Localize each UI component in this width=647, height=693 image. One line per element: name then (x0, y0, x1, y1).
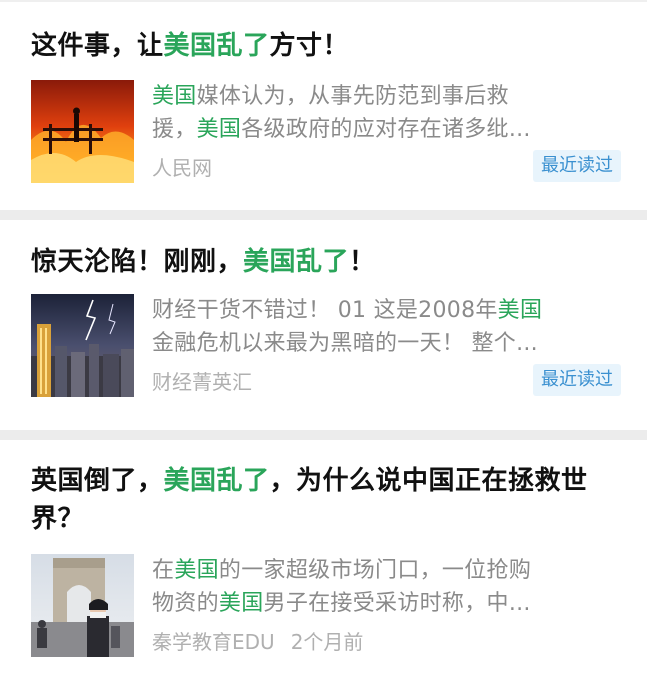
article-source: 秦学教育EDU (152, 629, 275, 654)
snippet-keyword: 美国 (174, 558, 219, 583)
title-keyword: 美国乱了 (243, 247, 350, 277)
title-segment: 惊天沦陷！刚刚， (31, 247, 244, 277)
article-source: 财经菁英汇 (152, 369, 252, 394)
snippet-segment: 各级政府的应对存在诸多纰... (241, 117, 531, 142)
article-title[interactable]: 英国倒了，美国乱了，为什么说中国正在拯救世界？ (31, 462, 621, 538)
snippet-keyword: 美国 (497, 298, 543, 323)
snippet-keyword: 美国 (218, 591, 264, 616)
title-segment: ！ (349, 247, 376, 277)
article-snippet: 在美国的一家超级市场门口，一位抢购 物资的美国男子在接受采访时称，中... (152, 554, 621, 620)
article-title[interactable]: 惊天沦陷！刚刚，美国乱了！ (31, 244, 621, 280)
article-source: 人民网 (152, 155, 212, 180)
title-keyword: 美国乱了 (163, 466, 270, 496)
title-segment: 英国倒了， (31, 466, 164, 496)
section-divider (0, 430, 647, 440)
snippet-keyword: 美国 (196, 117, 242, 142)
title-segment: 这件事，让 (31, 31, 164, 61)
arc-de-triomphe-photo-icon (31, 554, 134, 657)
city-lightning-photo-icon (31, 294, 134, 397)
article-feed: 这件事，让美国乱了方寸！ 美国媒体认为，从事先防范到事后救 援，美国各级政府的应… (0, 0, 647, 673)
snippet-segment: 物资的 (152, 591, 219, 616)
snippet-segment: 男子在接受采访时称，中... (263, 591, 531, 616)
snippet-segment: 金融危机以来最为黑暗的一天！ 整个... (152, 331, 538, 356)
wildfire-photo[interactable] (31, 80, 134, 183)
article-time: 2个月前 (290, 629, 364, 654)
article-card[interactable]: 英国倒了，美国乱了，为什么说中国正在拯救世界？ 在美国的一家超级市场门口，一位抢… (0, 440, 647, 673)
wildfire-photo-icon (31, 80, 134, 183)
title-segment: 方寸！ (269, 31, 350, 61)
snippet-segment: 在 (152, 558, 175, 583)
snippet-segment: 媒体认为，从事先防范到事后救 (196, 84, 509, 109)
article-card[interactable]: 惊天沦陷！刚刚，美国乱了！ 财经干货不错过！ 01 这是2008年美国 金融危机… (0, 220, 647, 430)
recently-read-badge: 最近读过 (533, 364, 621, 396)
snippet-segment: 援， (152, 117, 197, 142)
article-snippet: 美国媒体认为，从事先防范到事后救 援，美国各级政府的应对存在诸多纰... (152, 80, 621, 146)
title-keyword: 美国乱了 (163, 31, 270, 61)
recently-read-badge: 最近读过 (533, 150, 621, 182)
snippet-segment: 财经干货不错过！ 01 这是2008年 (152, 298, 498, 323)
article-snippet: 财经干货不错过！ 01 这是2008年美国 金融危机以来最为黑暗的一天！ 整个.… (152, 294, 621, 360)
section-divider (0, 210, 647, 220)
article-title[interactable]: 这件事，让美国乱了方寸！ (31, 28, 621, 64)
city-lightning-photo[interactable] (31, 294, 134, 397)
article-card[interactable]: 这件事，让美国乱了方寸！ 美国媒体认为，从事先防范到事后救 援，美国各级政府的应… (0, 2, 647, 210)
arc-de-triomphe-photo[interactable] (31, 554, 134, 657)
snippet-keyword: 美国 (152, 84, 197, 109)
snippet-segment: 的一家超级市场门口，一位抢购 (218, 558, 532, 583)
